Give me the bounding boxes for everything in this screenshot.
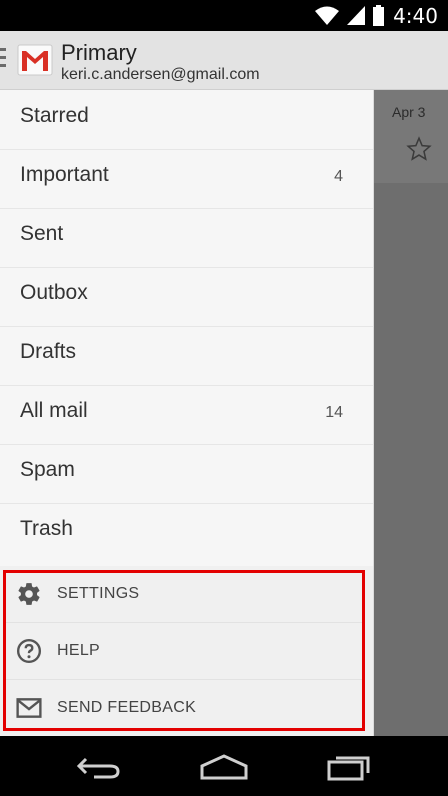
drawer-toggle-icon[interactable] (0, 48, 6, 72)
inbox-row[interactable]: Apr 3 (374, 90, 448, 183)
account-email[interactable]: keri.c.andersen@gmail.com (61, 66, 260, 84)
send-feedback-button[interactable]: SEND FEEDBACK (6, 680, 362, 736)
inbox-overlay[interactable] (374, 90, 448, 736)
home-icon[interactable] (199, 754, 249, 780)
drawer-item-label: Outbox (20, 281, 88, 304)
battery-icon (373, 5, 384, 26)
system-nav-bar (0, 736, 448, 796)
drawer-footer: SETTINGS HELP SEND FEEDBACK (0, 566, 373, 736)
status-bar: 4:40 (0, 0, 448, 31)
message-date: Apr 3 (392, 104, 426, 120)
back-icon[interactable] (76, 755, 122, 779)
status-time: 4:40 (393, 4, 438, 28)
drawer-item-label: Drafts (20, 340, 77, 363)
wifi-icon (315, 6, 339, 25)
drawer-item-outbox[interactable]: Outbox (0, 267, 373, 327)
drawer-item-label: Trash (20, 517, 73, 540)
help-label: HELP (57, 642, 100, 659)
unread-count: 4 (334, 168, 343, 185)
drawer-item-sent[interactable]: Sent (0, 208, 373, 268)
star-icon[interactable] (406, 136, 432, 162)
drawer-item-all-mail[interactable]: All mail 14 (0, 385, 373, 445)
drawer-item-spam[interactable]: Spam (0, 444, 373, 504)
recents-icon[interactable] (326, 753, 372, 781)
help-button[interactable]: HELP (6, 623, 362, 680)
send-feedback-label: SEND FEEDBACK (57, 699, 197, 716)
settings-button[interactable]: SETTINGS (6, 566, 362, 623)
mail-icon (16, 698, 42, 718)
drawer-item-drafts[interactable]: Drafts (0, 326, 373, 386)
gmail-logo-icon[interactable] (17, 43, 53, 77)
drawer-item-trash[interactable]: Trash (0, 503, 373, 562)
drawer-item-label: Important (20, 163, 109, 186)
gear-icon (18, 583, 40, 605)
help-icon (16, 638, 42, 664)
drawer-item-important[interactable]: Important 4 (0, 149, 373, 209)
drawer-item-label: All mail (20, 399, 88, 422)
drawer-item-starred[interactable]: Starred (0, 90, 373, 150)
drawer-item-label: Sent (20, 222, 64, 245)
page-title[interactable]: Primary (61, 40, 137, 66)
status-icons (315, 5, 384, 26)
drawer-item-label: Starred (20, 104, 89, 127)
settings-label: SETTINGS (57, 585, 140, 602)
drawer-item-label: Spam (20, 458, 75, 481)
signal-icon (347, 6, 365, 25)
app-bar: Primary keri.c.andersen@gmail.com (0, 31, 448, 90)
unread-count: 14 (325, 404, 343, 421)
